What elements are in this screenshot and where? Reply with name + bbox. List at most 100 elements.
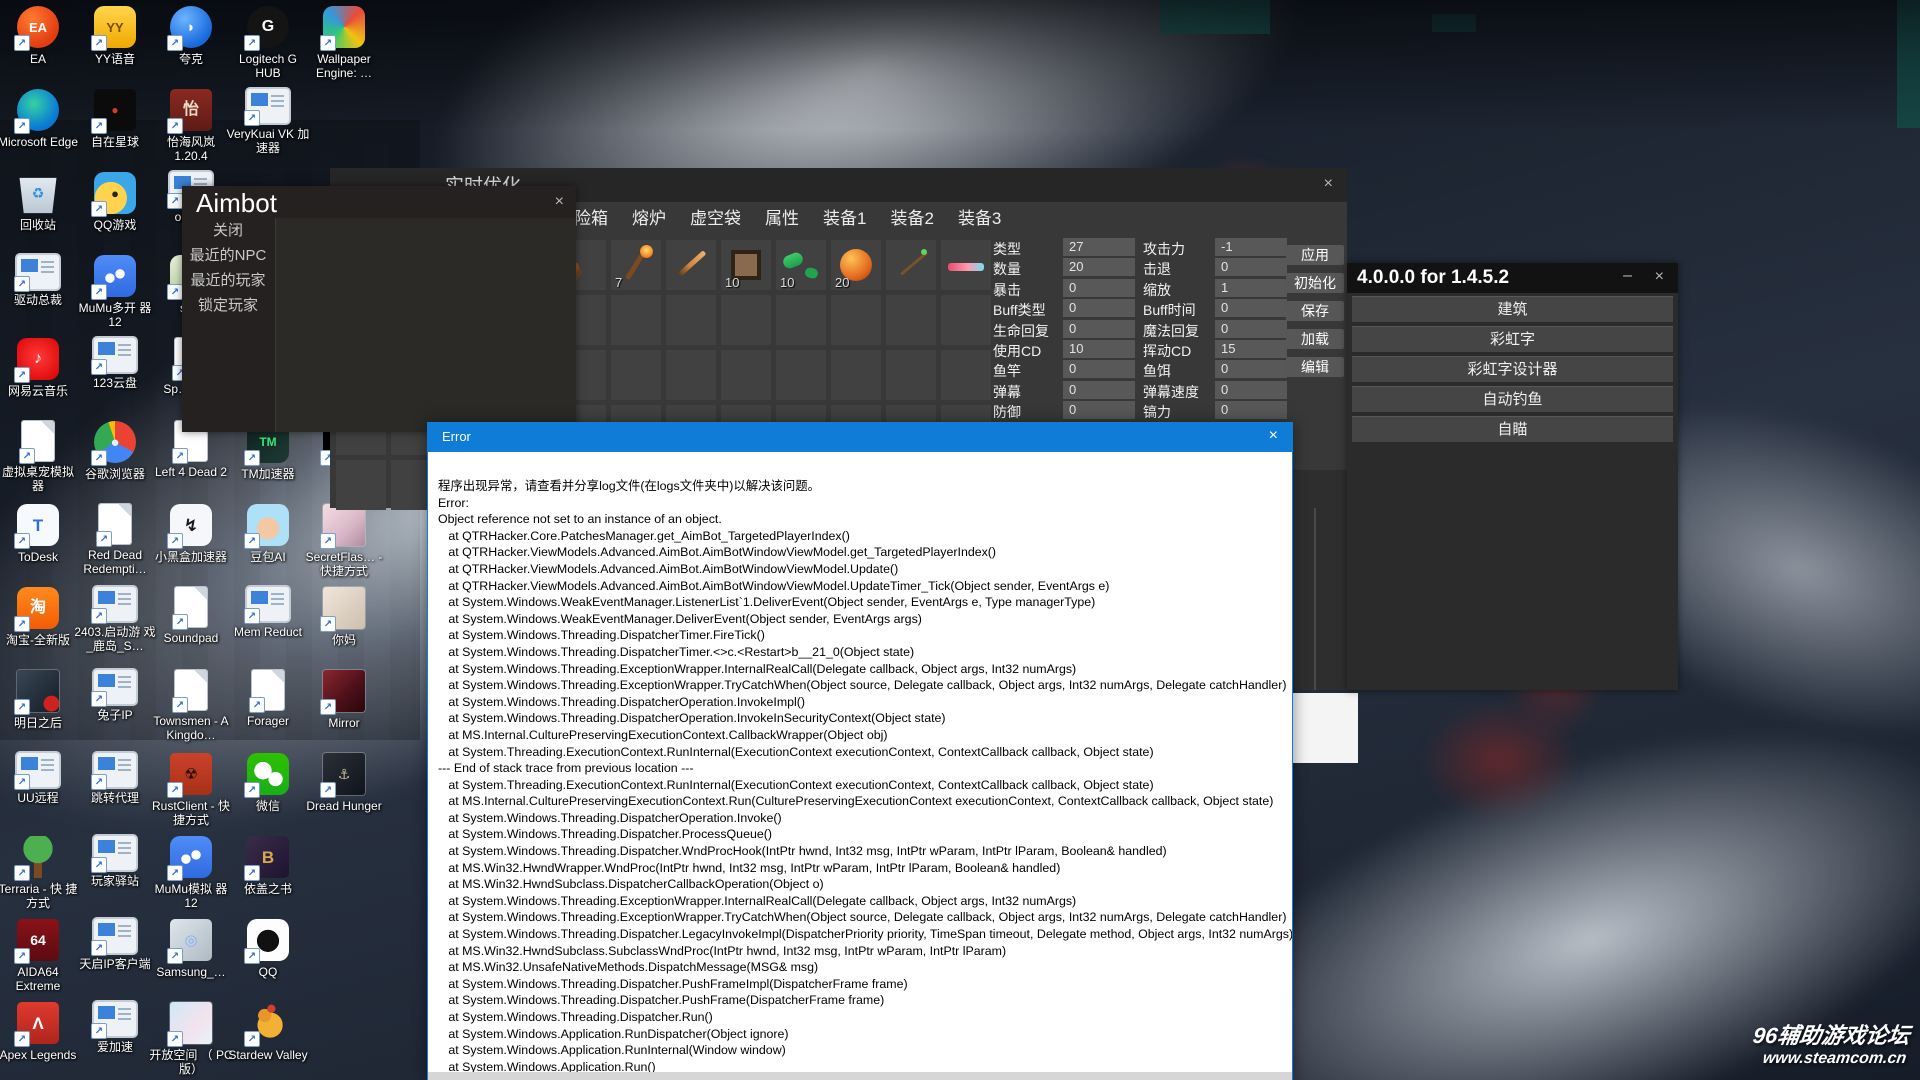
desktop-icon[interactable]: EA↗EA — [0, 6, 80, 66]
editor-tab[interactable]: 装备3 — [958, 204, 1001, 229]
inventory-slot[interactable] — [721, 295, 771, 345]
desktop-icon[interactable]: 怡↗怡海风岚 1.20.4 — [149, 89, 233, 163]
desktop-icon[interactable]: ↗Townsmen - A Kingdo… — [149, 670, 233, 742]
desktop-icon[interactable]: ↗你妈 — [302, 587, 386, 647]
editor-action-button[interactable]: 加载 — [1286, 329, 1344, 349]
aimbot-menu-item[interactable]: 锁定玩家 — [182, 293, 274, 318]
editor-tab[interactable]: 装备1 — [823, 204, 866, 229]
desktop-icon[interactable]: ↗玩家驿站 — [73, 836, 157, 888]
editor-action-button[interactable]: 初始化 — [1286, 273, 1344, 293]
stat-right-value-field[interactable]: 0 — [1215, 381, 1287, 399]
desktop-icon[interactable]: ↗2403.启动游 戏_鹿岛_S… — [73, 587, 157, 653]
launcher-close-icon[interactable]: × — [1655, 269, 1664, 285]
desktop-icon[interactable]: ↗明日之后 — [0, 670, 80, 730]
desktop-icon[interactable]: ↗123云盘 — [73, 338, 157, 390]
editor-tab[interactable]: 属性 — [765, 204, 799, 229]
desktop-icon[interactable]: ⚓↗Dread Hunger — [302, 753, 386, 813]
inventory-slot[interactable] — [941, 295, 991, 345]
stat-right-value-field[interactable]: 0 — [1215, 401, 1287, 419]
inventory-slot[interactable] — [666, 295, 716, 345]
inventory-slot[interactable] — [666, 240, 716, 290]
desktop-icon[interactable]: ↗Mirror — [302, 670, 386, 730]
stat-left-value-field[interactable]: 0 — [1063, 360, 1135, 378]
launcher-feature-button[interactable]: 彩虹字 — [1352, 326, 1673, 352]
desktop-icon[interactable]: ↗VeryKuai VK 加速器 — [226, 89, 310, 155]
inventory-slot[interactable]: 10 — [776, 240, 826, 290]
inventory-slot[interactable] — [886, 240, 936, 290]
inventory-slot[interactable] — [831, 350, 881, 400]
desktop-icon[interactable]: T↗ToDesk — [0, 504, 80, 564]
desktop-icon[interactable]: 淘↗淘宝-全新版 — [0, 587, 80, 647]
inventory-slot[interactable] — [721, 350, 771, 400]
desktop-icon[interactable]: B↗依盖之书 — [226, 836, 310, 896]
inventory-slot[interactable] — [886, 350, 936, 400]
desktop-icon[interactable]: ↗Microsoft Edge — [0, 89, 80, 149]
desktop-icon[interactable]: ●↗QQ游戏 — [73, 172, 157, 232]
desktop-icon[interactable]: ↗MuMu模拟 器12 — [149, 836, 233, 910]
stat-right-value-field[interactable]: 0 — [1215, 258, 1287, 276]
stat-left-value-field[interactable]: 0 — [1063, 320, 1135, 338]
desktop-icon[interactable]: ↗Soundpad — [149, 587, 233, 645]
stat-right-value-field[interactable]: 0 — [1215, 299, 1287, 317]
stat-right-value-field[interactable]: 15 — [1215, 340, 1287, 358]
aimbot-menu-item[interactable]: 最近的NPC — [182, 243, 274, 268]
desktop-icon[interactable]: ↗天启IP客户端 — [73, 919, 157, 971]
desktop-icon[interactable]: ●↗谷歌浏览器 — [73, 421, 157, 481]
desktop-icon[interactable]: ↗驱动总裁 — [0, 255, 80, 307]
editor-tab[interactable]: 熔炉 — [632, 204, 666, 229]
stat-left-value-field[interactable]: 20 — [1063, 258, 1135, 276]
desktop-icon[interactable]: ↗跳转代理 — [73, 753, 157, 805]
inventory-slot[interactable] — [666, 350, 716, 400]
stat-right-value-field[interactable]: 0 — [1215, 360, 1287, 378]
desktop-icon[interactable]: ↗Terraria - 快 捷方式 — [0, 836, 80, 910]
desktop-icon[interactable]: ↗微信 — [226, 753, 310, 813]
desktop-icon[interactable]: ↗Wallpaper Engine: … — [302, 6, 386, 80]
stat-left-value-field[interactable]: 0 — [1063, 299, 1135, 317]
desktop-icon[interactable]: ◗↗夸克 — [149, 6, 233, 66]
editor-action-button[interactable]: 编辑 — [1286, 357, 1344, 377]
editor-close-icon[interactable]: × — [1324, 176, 1333, 192]
desktop-icon[interactable]: ↗UU远程 — [0, 753, 80, 805]
desktop-icon[interactable]: ♪↗网易云音乐 — [0, 338, 80, 398]
desktop-icon[interactable]: ↯↗小黑盒加速器 — [149, 504, 233, 564]
stat-left-value-field[interactable]: 10 — [1063, 340, 1135, 358]
launcher-minimize-icon[interactable]: – — [1623, 267, 1632, 285]
desktop-icon[interactable]: Λ↗Apex Legends — [0, 1002, 80, 1062]
launcher-feature-button[interactable]: 自瞄 — [1352, 416, 1673, 442]
desktop-icon[interactable]: ↗开放空间 （ PC版） — [149, 1002, 233, 1076]
inventory-slot[interactable] — [336, 460, 386, 510]
desktop-icon[interactable]: ♻回收站 — [0, 172, 80, 232]
inventory-slot[interactable] — [831, 295, 881, 345]
desktop-icon[interactable]: ↗Red Dead Redempti… — [73, 504, 157, 576]
stat-left-value-field[interactable]: 0 — [1063, 279, 1135, 297]
desktop-icon[interactable]: ↗QQ — [226, 919, 310, 979]
inventory-slot[interactable] — [941, 240, 991, 290]
error-close-icon[interactable]: × — [1269, 428, 1278, 444]
stat-left-value-field[interactable]: 0 — [1063, 381, 1135, 399]
desktop-icon[interactable]: G↗Logitech G HUB — [226, 6, 310, 80]
inventory-slot[interactable]: 10 — [721, 240, 771, 290]
inventory-slot[interactable] — [941, 350, 991, 400]
desktop-icon[interactable]: ●↗自在星球 — [73, 89, 157, 149]
error-dialog-titlebar[interactable]: Error × — [428, 422, 1292, 452]
desktop-icon[interactable]: ↗MuMu多开 器12 — [73, 255, 157, 329]
desktop-icon[interactable]: ↗豆包AI — [226, 504, 310, 564]
inventory-slot[interactable] — [776, 350, 826, 400]
inventory-slot[interactable]: 7 — [611, 240, 661, 290]
editor-action-button[interactable]: 保存 — [1286, 301, 1344, 321]
desktop-icon[interactable]: ☢↗RustClient - 快捷方式 — [149, 753, 233, 827]
desktop-icon[interactable]: ↗SecretFlas… - 快捷方式 — [302, 504, 386, 578]
aimbot-close-icon[interactable]: × — [555, 194, 564, 210]
launcher-feature-button[interactable]: 彩虹字设计器 — [1352, 356, 1673, 382]
inventory-slot[interactable] — [611, 295, 661, 345]
desktop-icon[interactable]: ↗Stardew Valley — [226, 1002, 310, 1062]
launcher-feature-button[interactable]: 自动钓鱼 — [1352, 386, 1673, 412]
stat-right-value-field[interactable]: 1 — [1215, 279, 1287, 297]
launcher-titlebar[interactable]: 4.0.0.0 for 1.4.5.2 – × — [1347, 263, 1678, 293]
editor-tab[interactable]: 装备2 — [890, 204, 933, 229]
desktop-icon[interactable]: ↗Mem Reduct — [226, 587, 310, 639]
aimbot-menu-item[interactable]: 关闭 — [182, 218, 274, 243]
editor-tab[interactable]: 虚空袋 — [690, 204, 741, 229]
inventory-slot[interactable] — [886, 295, 936, 345]
launcher-feature-button[interactable]: 建筑 — [1352, 296, 1673, 322]
